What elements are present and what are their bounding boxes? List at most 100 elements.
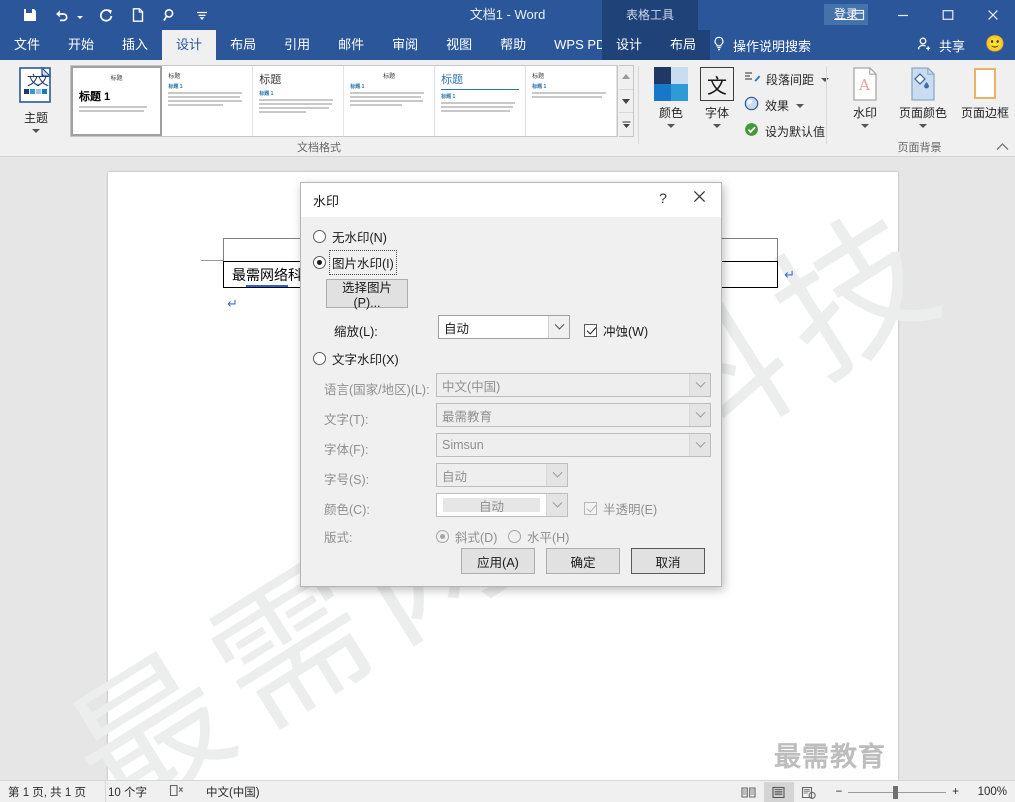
- customize-quick-access-icon[interactable]: [192, 6, 211, 25]
- apply-button[interactable]: 应用(A): [461, 548, 535, 574]
- theme-fonts-button[interactable]: 文 字体: [694, 64, 740, 128]
- chevron-down-icon[interactable]: [689, 434, 710, 456]
- language-combobox[interactable]: 中文(中国): [436, 373, 711, 397]
- tab-file[interactable]: 文件: [0, 30, 54, 60]
- redo-icon[interactable]: [96, 6, 115, 25]
- paragraph-spacing-icon: [744, 70, 761, 88]
- gallery-item-4[interactable]: 标题 标题 1: [435, 66, 527, 136]
- theme-colors-button[interactable]: 颜色: [648, 64, 694, 128]
- page-color-button[interactable]: 页面颜色: [892, 64, 954, 128]
- watermark-caret-icon[interactable]: [861, 124, 869, 128]
- size-combobox[interactable]: 自动: [436, 463, 568, 487]
- theme-colors-caret-icon[interactable]: [667, 124, 675, 128]
- tab-design[interactable]: 设计: [162, 30, 217, 60]
- zoom-thumb[interactable]: [893, 785, 899, 799]
- close-icon[interactable]: [970, 0, 1015, 30]
- ribbon-group-document-formatting: 文 文 主题 标题 标题 1 标题 标题 1 标题 标题 1 标题 标题 1 标…: [0, 60, 660, 157]
- color-combobox[interactable]: 自动: [436, 493, 568, 517]
- print-layout-view-button[interactable]: [763, 782, 794, 802]
- gallery-item-3[interactable]: 标题 标题 1: [344, 66, 436, 136]
- tab-references[interactable]: 引用: [270, 30, 324, 60]
- radio-layout-horizontal[interactable]: 水平(H): [508, 527, 569, 546]
- ribbon-tabs: 文件 开始 插入 设计 布局 引用 邮件 审阅 视图 帮助 WPS PDF: [0, 30, 627, 60]
- gallery-item-1[interactable]: 标题 标题 1: [162, 66, 254, 136]
- gallery-more-icon[interactable]: [619, 113, 633, 137]
- maximize-icon[interactable]: [925, 0, 970, 30]
- style-set-gallery[interactable]: 标题 标题 1 标题 标题 1 标题 标题 1 标题 标题 1 标题 标题 1 …: [70, 65, 618, 137]
- radio-layout-diagonal[interactable]: 斜式(D): [436, 527, 497, 546]
- radio-text-watermark[interactable]: 文字水印(X): [313, 349, 399, 368]
- theme-fonts-caret-icon[interactable]: [713, 124, 721, 128]
- web-layout-view-button[interactable]: [794, 782, 824, 802]
- gallery-item-2[interactable]: 标题 标题 1: [253, 66, 345, 136]
- themes-dropdown-caret-icon[interactable]: [32, 129, 40, 133]
- scale-combobox[interactable]: 自动: [438, 315, 570, 339]
- gallery-item-0[interactable]: 标题 标题 1: [71, 66, 163, 136]
- tab-mailings[interactable]: 邮件: [324, 30, 378, 60]
- feedback-smiley-icon[interactable]: 🙂: [985, 35, 1005, 55]
- font-combobox[interactable]: Simsun: [436, 433, 711, 457]
- gallery-item-5[interactable]: 标题 标题 1: [526, 66, 617, 136]
- themes-button[interactable]: 文 文 主题: [8, 64, 64, 140]
- ribbon-display-options-icon[interactable]: [835, 0, 880, 30]
- tab-layout[interactable]: 布局: [216, 30, 270, 60]
- tab-insert[interactable]: 插入: [108, 30, 162, 60]
- chevron-down-icon[interactable]: [546, 494, 567, 516]
- paragraph-spacing-button[interactable]: 段落间距: [744, 68, 830, 90]
- table-row-handle[interactable]: [201, 260, 223, 261]
- table-cell-text[interactable]: 最需网络科: [232, 265, 302, 287]
- share-button[interactable]: 共享: [917, 30, 965, 60]
- washout-checkbox[interactable]: 冲蚀(W): [584, 321, 648, 340]
- tab-review[interactable]: 审阅: [378, 30, 432, 60]
- zoom-level-label[interactable]: 100%: [965, 786, 1007, 798]
- watermark-dialog[interactable]: 水印 ? 无水印(N) 图片水印(I) 选择图片(P)... 缩放(L): 自动…: [300, 182, 722, 587]
- chevron-down-icon[interactable]: [689, 404, 710, 426]
- save-icon[interactable]: [20, 6, 39, 25]
- quick-access-toolbar: [20, 0, 211, 30]
- ok-button[interactable]: 确定: [546, 548, 620, 574]
- document-area[interactable]: 最需网络科技 最需网络科 ↵ ↵ 最需教育 水印 ?: [0, 158, 1015, 780]
- proofing-errors-icon[interactable]: [169, 784, 184, 800]
- tab-help[interactable]: 帮助: [486, 30, 540, 60]
- search-icon[interactable]: [160, 6, 179, 25]
- tell-me-search[interactable]: 操作说明搜索: [712, 30, 811, 60]
- undo-dropdown-caret-icon[interactable]: [77, 16, 83, 19]
- select-picture-button[interactable]: 选择图片(P)...: [326, 279, 408, 310]
- chevron-down-icon[interactable]: [689, 374, 710, 396]
- zoom-track[interactable]: [848, 785, 947, 799]
- zoom-in-button[interactable]: +: [952, 786, 959, 798]
- text-combobox[interactable]: 最需教育: [436, 403, 711, 427]
- page-color-icon: [892, 64, 954, 104]
- close-icon[interactable]: [687, 190, 711, 210]
- zoom-slider[interactable]: − + 100%: [836, 785, 1007, 799]
- page-color-caret-icon[interactable]: [919, 124, 927, 128]
- word-count-status[interactable]: 10 个字: [108, 784, 147, 800]
- gallery-scroll-up-icon[interactable]: [619, 66, 633, 90]
- zoom-out-button[interactable]: −: [836, 786, 843, 798]
- page-number-status[interactable]: 第 1 页, 共 1 页: [8, 784, 86, 800]
- tab-view[interactable]: 视图: [432, 30, 486, 60]
- read-mode-view-button[interactable]: [734, 782, 764, 802]
- watermark-button[interactable]: A 水印: [834, 64, 896, 128]
- cancel-button[interactable]: 取消: [631, 548, 705, 574]
- tab-table-design[interactable]: 设计: [602, 30, 656, 60]
- effects-caret-icon[interactable]: [796, 104, 805, 108]
- tab-table-layout[interactable]: 布局: [656, 30, 710, 60]
- set-as-default-button[interactable]: 设为默认值: [744, 120, 825, 142]
- language-status[interactable]: 中文(中国): [206, 784, 260, 800]
- collapse-ribbon-icon[interactable]: [996, 142, 1009, 154]
- tab-home[interactable]: 开始: [54, 30, 108, 60]
- minimize-icon[interactable]: [880, 0, 925, 30]
- radio-picture-watermark[interactable]: 图片水印(I): [313, 250, 397, 275]
- semitransparent-checkbox[interactable]: 半透明(E): [584, 499, 657, 518]
- page-borders-button[interactable]: 页面边框: [954, 64, 1015, 121]
- new-document-icon[interactable]: [128, 6, 147, 25]
- chevron-down-icon[interactable]: [548, 316, 569, 338]
- effects-button[interactable]: 效果: [744, 94, 805, 116]
- undo-icon[interactable]: [52, 6, 71, 25]
- font-label: 字体(F):: [324, 443, 369, 457]
- help-icon[interactable]: ?: [652, 190, 674, 210]
- chevron-down-icon[interactable]: [546, 464, 567, 486]
- gallery-scroll-down-icon[interactable]: [619, 89, 633, 114]
- radio-no-watermark[interactable]: 无水印(N): [313, 227, 387, 246]
